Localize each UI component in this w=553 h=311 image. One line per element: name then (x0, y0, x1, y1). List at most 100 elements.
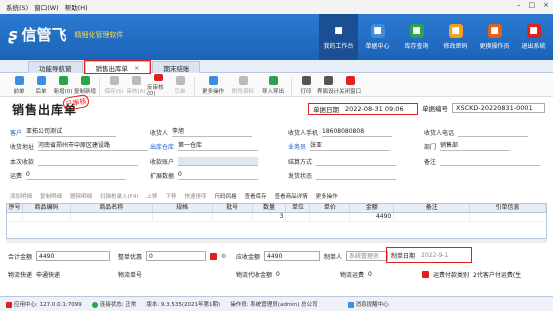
toolbar-button-5[interactable]: 审核(A) (125, 74, 147, 97)
column-header-1[interactable]: 商品编码 (23, 204, 71, 212)
toolbar-button-3[interactable]: 复制新增 (74, 74, 96, 97)
message-center-link[interactable]: 消息提醒中心 (347, 300, 389, 308)
header-button-4[interactable]: ■ 更换操作员 (475, 14, 514, 60)
tab-sales-outbound[interactable]: 销售出库单 × (83, 60, 152, 74)
minimize-icon[interactable]: – (517, 1, 521, 9)
express-input[interactable]: 申通快递 (36, 270, 96, 279)
column-header-9[interactable]: 备注 (394, 204, 471, 212)
discount-input[interactable]: 0 (146, 251, 207, 261)
column-header-2[interactable]: 商品名称 (71, 204, 153, 212)
ship-status-field: 发货状态 (288, 171, 397, 180)
toolbar-button-12[interactable]: 界面设计 (317, 74, 339, 97)
grid-tool-3[interactable]: 扫描枪录入(F4) (100, 192, 138, 200)
toolbar-button-4[interactable]: 保存(S) (103, 74, 125, 97)
doc-number-input[interactable]: XSCKD-20220831-0001 (452, 103, 545, 113)
menu-system[interactable]: 系统(S) (6, 2, 28, 12)
menu-window[interactable]: 窗口(W) (34, 2, 59, 12)
toolbar-button-0[interactable]: 前单 (8, 74, 30, 97)
dept-input[interactable]: 销售部 (440, 142, 511, 151)
column-header-3[interactable]: 规格 (153, 204, 213, 212)
header-button-5[interactable]: ■ 退出系统 (514, 14, 553, 60)
grid-tool-2[interactable]: 删除明细 (70, 192, 92, 200)
header-button-0[interactable]: ■ 我的工作台 (319, 14, 358, 60)
receiver-input[interactable]: 李旭 (172, 128, 253, 137)
address-input[interactable]: 河南省郑州市中原区建设路 (38, 142, 149, 151)
toolbar-button-1[interactable]: 后单 (30, 74, 52, 97)
grid-tool-4[interactable]: 上移 (147, 192, 158, 200)
toolbar-button-13[interactable]: 关闭窗口 (339, 74, 361, 97)
toolbar-button-2[interactable]: 新增(0) (52, 74, 74, 97)
tab-function-nav[interactable]: 功能导航窗 (28, 61, 83, 73)
make-date-input[interactable]: 2022-9-1 (421, 252, 448, 259)
header-button-3[interactable]: ■ 修改密码 (436, 14, 475, 60)
grid-tool-9[interactable]: 查看商品详情 (275, 192, 308, 200)
maximize-icon[interactable]: □ (529, 1, 536, 9)
discount-field: 整单优惠 0 ⚙ (118, 251, 227, 261)
toolbar-button-10[interactable]: 导入导出 (258, 74, 288, 97)
remark-field: 备注 (424, 157, 541, 166)
toolbar-button-11[interactable]: 打印 (295, 74, 317, 97)
grid-tool-6[interactable]: 快速排序 (185, 192, 207, 200)
freight-pay-field: 运费付款类别 2代客户付运费(生 (422, 270, 521, 279)
grid-toolbar: 添加明细 复制明细 删除明细 扫描枪录入(F4) 上移 下移 快速排序 尺码风格 查看库存 查看商… (6, 189, 547, 202)
toolbar-label: 保存(S) (104, 89, 124, 95)
grid-tool-7[interactable]: 尺码风格 (215, 192, 237, 200)
tab-period-close[interactable]: 期末结账 (152, 61, 201, 73)
ship-status-input[interactable] (316, 171, 397, 180)
receiver-tel-input[interactable] (458, 128, 529, 137)
toolbar-label: 更多操作 (201, 89, 224, 95)
column-header-0[interactable]: 序号 (7, 204, 23, 212)
row-amount: 4490 (350, 213, 395, 221)
freight-pay-checkbox[interactable] (422, 271, 429, 278)
toolbar-button-6[interactable]: 反审核(D) (147, 74, 169, 97)
remark-input[interactable] (440, 157, 541, 166)
freight-input[interactable]: 0 (26, 171, 127, 180)
header-button-label: 退出系统 (521, 43, 546, 50)
toolbar-button-7[interactable]: 引单 (169, 74, 191, 97)
column-header-7[interactable]: 单价 (310, 204, 351, 212)
toolbar-button-8[interactable]: 更多操作 (198, 74, 228, 97)
grid-tool-8[interactable]: 查看库存 (245, 192, 267, 200)
this-receipt-input[interactable] (38, 157, 139, 166)
grid-tool-10[interactable]: 更多操作 (316, 192, 338, 200)
discount-check-icon[interactable] (210, 252, 218, 260)
grid-tool-1[interactable]: 复制明细 (40, 192, 62, 200)
close-icon[interactable]: × (543, 1, 549, 9)
freight-pay-input[interactable]: 2代客户付运费(生 (473, 270, 521, 279)
grid-tool-5[interactable]: 下移 (166, 192, 177, 200)
column-header-10[interactable]: 引单信息 (470, 204, 546, 212)
ext-data-input[interactable]: 0 (178, 171, 259, 180)
discount-gear-icon[interactable]: ⚙ (221, 253, 226, 260)
column-header-8[interactable]: 金额 (350, 204, 395, 212)
doc-date-input[interactable]: 2022-08-31 09:06 (345, 105, 404, 113)
column-header-4[interactable]: 批号 (213, 204, 253, 212)
grid-tool-0[interactable]: 添加明细 (10, 192, 32, 200)
salesman-input[interactable]: 张亚 (310, 142, 391, 151)
header-button-label: 库存查询 (404, 43, 429, 50)
receipt-account-input[interactable] (178, 157, 259, 166)
warehouse-input[interactable]: 第一仓库 (178, 142, 259, 151)
column-header-6[interactable]: 单位 (286, 204, 311, 212)
logistics-freight-input[interactable]: 0 (368, 271, 408, 278)
save-icon (109, 76, 119, 85)
warehouse-field: 出库仓库 第一仓库 (150, 142, 259, 151)
toolbar-button-9[interactable]: 附件资料 (228, 74, 258, 97)
toolbar-label: 后单 (35, 89, 47, 95)
menu-help[interactable]: 帮助(H) (65, 2, 88, 12)
header-button-1[interactable]: ■ 单据中心 (358, 14, 397, 60)
toolbar-label: 审核(A) (126, 89, 146, 95)
table-row[interactable]: 3 4490 (7, 213, 546, 222)
lock-icon: ■ (448, 24, 463, 38)
connect-status: 连接状态: 正常 (91, 300, 136, 308)
tab-close-icon[interactable]: × (134, 64, 139, 72)
cod-input[interactable]: 0 (276, 271, 316, 278)
customer-input[interactable]: 亚拓公司测试 (26, 128, 117, 137)
grid-scrollbar[interactable] (6, 239, 547, 243)
settle-input[interactable] (316, 157, 397, 166)
version-status: 版本: 9.3.535(2021年第1期) (146, 302, 221, 308)
app-subtitle: 精细化管理软件 (74, 30, 124, 39)
header-button-2[interactable]: ■ 库存查询 (397, 14, 436, 60)
column-header-5[interactable]: 数量 (253, 204, 287, 212)
connect-icon (91, 301, 98, 308)
receiver-phone-input[interactable]: 18608080808 (322, 128, 393, 137)
